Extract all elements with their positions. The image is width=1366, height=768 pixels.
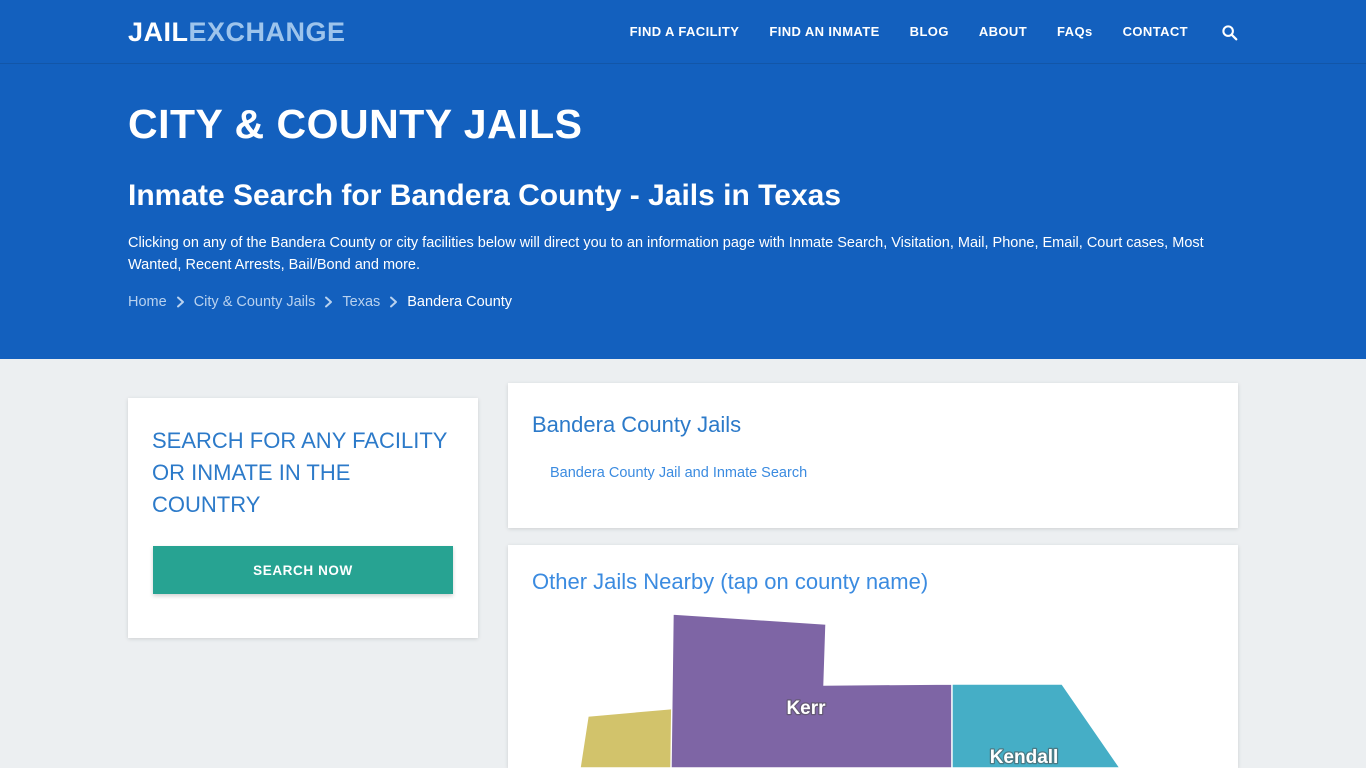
- nav-about[interactable]: ABOUT: [964, 0, 1042, 64]
- county-label-kendall[interactable]: Kendall: [988, 746, 1059, 768]
- chevron-right-icon: [389, 296, 398, 308]
- breadcrumb-item-home[interactable]: Home: [128, 292, 167, 312]
- top-navigation-bar: JAILEXCHANGE FIND A FACILITY FIND AN INM…: [0, 0, 1366, 64]
- logo-text-exchange: EXCHANGE: [188, 17, 346, 47]
- nav-find-a-facility[interactable]: FIND A FACILITY: [615, 0, 755, 64]
- list-item[interactable]: Bandera County Jail and Inmate Search: [550, 461, 807, 485]
- county-jails-list: Bandera County Jail and Inmate Search: [550, 461, 807, 485]
- nearby-jails-title: Other Jails Nearby (tap on county name): [532, 569, 929, 594]
- chevron-right-icon: [176, 296, 185, 308]
- breadcrumb-item-bandera-county: Bandera County: [407, 294, 513, 310]
- nearby-jails-card: Other Jails Nearby (tap on county name) …: [508, 545, 1238, 768]
- county-jails-card: Bandera County Jails Bandera County Jail…: [508, 383, 1238, 528]
- chevron-right-icon: [324, 296, 333, 308]
- page-title: CITY & COUNTY JAILS: [128, 101, 583, 147]
- site-logo[interactable]: JAILEXCHANGE: [128, 18, 346, 46]
- nav-contact[interactable]: CONTACT: [1108, 0, 1203, 64]
- search-now-button[interactable]: SEARCH NOW: [153, 546, 453, 594]
- main-menu: FIND A FACILITY FIND AN INMATE BLOG ABOU…: [615, 0, 1238, 64]
- page-subtitle: Inmate Search for Bandera County - Jails…: [128, 179, 841, 212]
- breadcrumb-item-city-county-jails[interactable]: City & County Jails: [194, 292, 316, 312]
- nav-faqs[interactable]: FAQs: [1042, 0, 1108, 64]
- nav-blog[interactable]: BLOG: [895, 0, 964, 64]
- county-label-kerr[interactable]: Kerr: [785, 697, 827, 721]
- county-jails-title: Bandera County Jails: [532, 412, 742, 437]
- nav-find-an-inmate[interactable]: FIND AN INMATE: [754, 0, 894, 64]
- search-icon[interactable]: [1203, 0, 1238, 64]
- breadcrumb: Home City & County Jails Texas Bandera C…: [128, 292, 512, 312]
- county-region-kerr[interactable]: [670, 613, 953, 768]
- logo-text-jail: JAIL: [128, 17, 189, 47]
- county-map[interactable]: Kerr Kendall: [508, 603, 1238, 768]
- page-description: Clicking on any of the Bandera County or…: [128, 235, 1204, 273]
- breadcrumb-item-texas[interactable]: Texas: [342, 292, 380, 312]
- search-card-title: SEARCH FOR ANY FACILITY OR INMATE IN THE…: [152, 428, 448, 517]
- search-facility-card: SEARCH FOR ANY FACILITY OR INMATE IN THE…: [128, 398, 478, 638]
- hero-banner: CITY & COUNTY JAILS Inmate Search for Ba…: [0, 64, 1366, 359]
